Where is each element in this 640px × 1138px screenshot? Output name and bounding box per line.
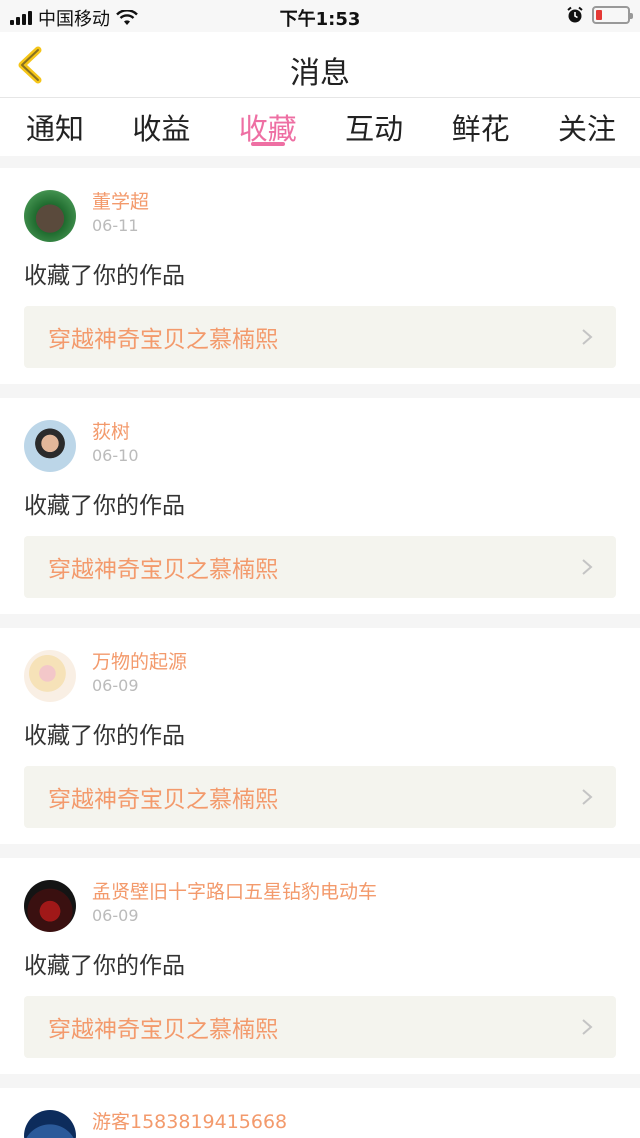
list-item: 荻树 06-10 收藏了你的作品 穿越神奇宝贝之慕楠熙 — [0, 398, 640, 614]
item-date: 06-10 — [92, 446, 139, 465]
action-text: 收藏了你的作品 — [24, 493, 185, 519]
action-text: 收藏了你的作品 — [24, 263, 185, 289]
tab-favorites[interactable]: 收藏 — [239, 98, 297, 156]
status-bar: 中国移动 下午1:53 — [0, 0, 640, 32]
user-name[interactable]: 游客1583819415668 — [92, 1112, 392, 1132]
list-item: 万物的起源 06-09 收藏了你的作品 穿越神奇宝贝之慕楠熙 — [0, 628, 640, 844]
user-name[interactable]: 荻树 — [92, 422, 392, 442]
favorites-list: 董学超 06-11 收藏了你的作品 穿越神奇宝贝之慕楠熙 荻树 06-10 收藏… — [0, 168, 640, 1138]
work-title: 穿越神奇宝贝之慕楠熙 — [48, 557, 278, 583]
item-date: 06-11 — [92, 216, 139, 235]
work-link[interactable]: 穿越神奇宝贝之慕楠熙 — [24, 996, 616, 1058]
item-date: 06-09 — [92, 906, 139, 925]
status-right — [566, 6, 633, 24]
battery-icon — [592, 6, 633, 24]
item-date: 06-09 — [92, 676, 139, 695]
list-item: 董学超 06-11 收藏了你的作品 穿越神奇宝贝之慕楠熙 — [0, 168, 640, 384]
action-text: 收藏了你的作品 — [24, 953, 185, 979]
work-title: 穿越神奇宝贝之慕楠熙 — [48, 1017, 278, 1043]
work-link[interactable]: 穿越神奇宝贝之慕楠熙 — [24, 766, 616, 828]
avatar[interactable] — [24, 880, 76, 932]
page-title: 消息 — [290, 56, 350, 91]
chevron-right-icon — [582, 1019, 593, 1035]
clock: 下午1:53 — [279, 9, 361, 30]
tab-follow[interactable]: 关注 — [558, 98, 616, 156]
nav-bar: 消息 — [0, 32, 640, 98]
tab-flowers[interactable]: 鲜花 — [452, 98, 510, 156]
avatar[interactable] — [24, 190, 76, 242]
divider — [0, 156, 640, 168]
tab-notice[interactable]: 通知 — [26, 98, 84, 156]
action-text: 收藏了你的作品 — [24, 723, 185, 749]
chevron-right-icon — [582, 559, 593, 575]
message-tabs: 通知 收益 收藏 互动 鲜花 关注 — [0, 98, 640, 156]
work-link[interactable]: 穿越神奇宝贝之慕楠熙 — [24, 536, 616, 598]
chevron-right-icon — [582, 789, 593, 805]
user-name[interactable]: 万物的起源 — [92, 652, 392, 672]
tab-earnings[interactable]: 收益 — [132, 98, 190, 156]
work-title: 穿越神奇宝贝之慕楠熙 — [48, 327, 278, 353]
chevron-right-icon — [582, 329, 593, 345]
list-item: 孟贤壁旧十字路口五星钻豹电动车 06-09 收藏了你的作品 穿越神奇宝贝之慕楠熙 — [0, 858, 640, 1074]
user-name[interactable]: 孟贤壁旧十字路口五星钻豹电动车 — [92, 882, 392, 902]
work-link[interactable]: 穿越神奇宝贝之慕楠熙 — [24, 306, 616, 368]
user-name[interactable]: 董学超 — [92, 192, 392, 212]
alarm-icon — [567, 6, 583, 23]
tab-interaction[interactable]: 互动 — [345, 98, 403, 156]
list-item: 游客1583819415668 — [0, 1088, 640, 1138]
work-title: 穿越神奇宝贝之慕楠熙 — [48, 787, 278, 813]
avatar[interactable] — [24, 420, 76, 472]
avatar[interactable] — [24, 1110, 76, 1138]
avatar[interactable] — [24, 650, 76, 702]
